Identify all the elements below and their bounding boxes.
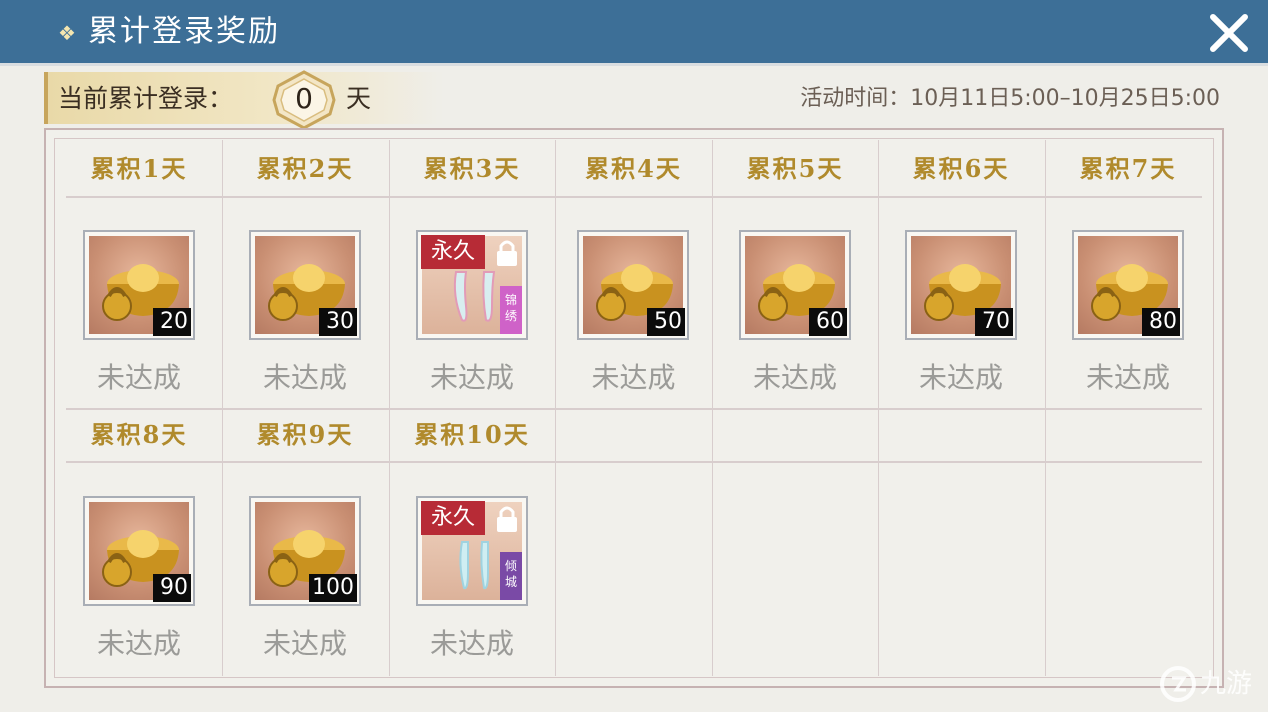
window-title: 累计登录奖励: [88, 14, 280, 49]
day-label: 累积3天: [423, 154, 521, 183]
reward-cell: 累积4天 50 未达成: [555, 142, 712, 412]
reward-cell: 累积9天 100 未达成: [222, 408, 388, 678]
status-text: 未达成: [591, 361, 676, 394]
status-text: 未达成: [429, 627, 514, 660]
item-quantity: 30: [319, 308, 357, 336]
login-day-unit: 天: [346, 84, 372, 113]
diamond-ornament-icon: ❖: [58, 21, 76, 45]
reward-item-slot[interactable]: 70: [905, 230, 1017, 340]
status-text: 未达成: [96, 627, 181, 660]
reward-cell: 累积6天 70 未达成: [878, 142, 1044, 412]
item-quantity: 100: [309, 574, 357, 602]
item-quantity: 70: [975, 308, 1013, 336]
reward-item-slot[interactable]: 100: [249, 496, 361, 606]
reward-cell: 累积1天 20 未达成: [56, 142, 222, 412]
status-text: 未达成: [918, 361, 1003, 394]
day-label: 累积6天: [912, 154, 1010, 183]
reward-cell: 累积7天 80 未达成: [1045, 142, 1211, 412]
reward-item-slot[interactable]: 60: [739, 230, 851, 340]
reward-cell: 累积8天 90 未达成: [56, 408, 222, 678]
lock-icon: [497, 240, 517, 266]
reward-item-slot[interactable]: 永久 倾城: [416, 496, 528, 606]
day-label: 累积10天: [414, 420, 530, 449]
status-text: 未达成: [752, 361, 837, 394]
day-label: 累积4天: [585, 154, 682, 183]
day-label: 累积5天: [746, 154, 844, 183]
lock-icon: [497, 506, 517, 532]
login-day-count: 0: [295, 82, 313, 115]
reward-cell: 累积3天 永久 锦绣 未达成: [389, 142, 555, 412]
permanent-tag: 永久: [421, 501, 485, 535]
close-button[interactable]: [1208, 12, 1250, 54]
day-label: 累积1天: [90, 154, 188, 183]
item-quantity: 80: [1142, 308, 1180, 336]
reward-item-slot[interactable]: 永久 锦绣: [416, 230, 528, 340]
reward-item-slot[interactable]: 30: [249, 230, 361, 340]
reward-cell: 累积5天 60 未达成: [712, 142, 878, 412]
day-label: 累积7天: [1079, 154, 1177, 183]
close-icon: [1210, 14, 1248, 52]
item-quantity: 60: [809, 308, 847, 336]
costume-name-tag: 倾城: [500, 552, 522, 600]
item-quantity: 90: [153, 574, 191, 602]
reward-item-slot[interactable]: 90: [83, 496, 195, 606]
costume-name-tag: 锦绣: [500, 286, 522, 334]
login-count-label: 当前累计登录：: [58, 84, 234, 113]
activity-time: 活动时间：10月11日5:00–10月25日5:00: [800, 86, 1220, 111]
reward-item-slot[interactable]: 50: [577, 230, 689, 340]
title-bar: ❖ 累计登录奖励: [0, 0, 1268, 66]
reward-item-slot[interactable]: 80: [1072, 230, 1184, 340]
status-text: 未达成: [1085, 361, 1170, 394]
watermark-logo: 九游: [1158, 660, 1258, 708]
permanent-tag: 永久: [421, 235, 485, 269]
day-label: 累积2天: [256, 154, 354, 183]
reward-item-slot[interactable]: 20: [83, 230, 195, 340]
item-quantity: 20: [153, 308, 191, 336]
day-label: 累积9天: [256, 420, 354, 449]
status-text: 未达成: [262, 627, 347, 660]
reward-cell: 累积2天 30 未达成: [222, 142, 388, 412]
status-text: 未达成: [262, 361, 347, 394]
item-quantity: 50: [647, 308, 685, 336]
status-text: 未达成: [96, 361, 181, 394]
watermark-text: 九游: [1200, 669, 1253, 699]
reward-cell: 累积10天 永久 倾城 未达成: [389, 408, 555, 678]
status-text: 未达成: [429, 361, 514, 394]
day-label: 累积8天: [90, 420, 188, 449]
